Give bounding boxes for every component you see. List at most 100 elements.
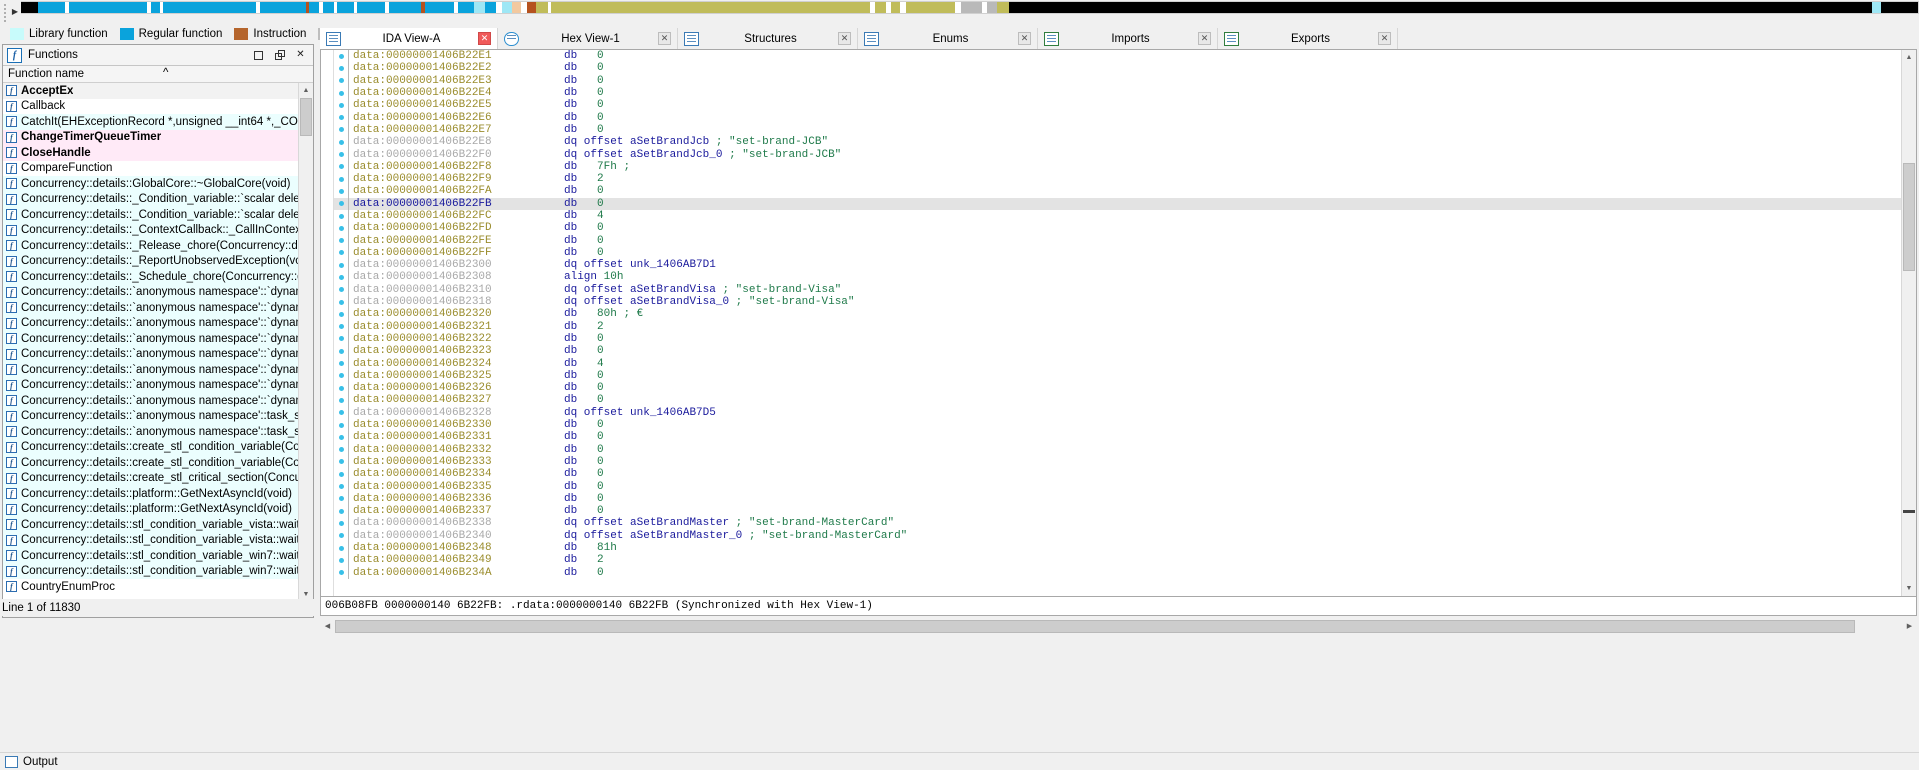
function-list-item[interactable]: f CompareFunction [3, 160, 298, 176]
function-list-item[interactable]: f Concurrency::details::stl_condition_var… [3, 563, 298, 579]
disassembly-line[interactable]: data:00000001406B2327 db 0 [334, 394, 1901, 407]
function-list-item[interactable]: f Concurrency::details::platform::GetNext… [3, 501, 298, 517]
tab-close-icon[interactable]: ✕ [478, 32, 491, 45]
function-list-item[interactable]: f CloseHandle [3, 145, 298, 161]
disassembly-line[interactable]: data:00000001406B2322 db 0 [334, 332, 1901, 346]
function-list-item[interactable]: f Concurrency::details::_Condition_variab… [3, 191, 298, 207]
function-list-item[interactable]: f Concurrency::details::`anonymous namesp… [3, 315, 298, 331]
function-list-item[interactable]: f Concurrency::details::_ReportUnobserved… [3, 253, 298, 269]
function-list-item[interactable]: f Concurrency::details::`anonymous namesp… [3, 377, 298, 393]
disassembly-line[interactable]: data:00000001406B2348 db 81h [334, 541, 1901, 555]
disassembly-line[interactable]: data:00000001406B22FE db 0 [334, 234, 1901, 247]
disassembly-line[interactable]: data:00000001406B22E4 db 0 [334, 86, 1901, 100]
function-list-item[interactable]: f AcceptEx [3, 83, 298, 99]
disassembly-line[interactable]: data:00000001406B2331 db 0 [334, 431, 1901, 444]
restore-icon[interactable] [274, 50, 285, 61]
disassembly-line[interactable]: data:00000001406B2349 db 2 [334, 554, 1901, 567]
disassembly-line[interactable]: data:00000001406B22F0 dq offset aSetBrand… [334, 148, 1901, 161]
disassembly-line[interactable]: data:00000001406B22E3 db 0 [334, 74, 1901, 87]
disassembly-line[interactable]: data:00000001406B22FF db 0 [334, 246, 1901, 260]
disassembly-view[interactable]: data:00000001406B22E1 db 0 data:0000000140… [320, 49, 1917, 597]
close-icon[interactable]: ✕ [295, 50, 306, 61]
tab-close-icon[interactable]: ✕ [838, 32, 851, 45]
disasm-scroll-thumb[interactable] [1903, 163, 1915, 271]
disassembly-line[interactable]: data:00000001406B2310 dq offset aSetBrand… [334, 283, 1901, 296]
disasm-hscroll-thumb[interactable] [335, 619, 1855, 633]
disassembly-line[interactable]: data:00000001406B2323 db 0 [334, 345, 1901, 358]
disassembly-line[interactable]: data:00000001406B2320 db 80h ; € [334, 308, 1901, 321]
function-list-item[interactable]: f Concurrency::details::`anonymous namesp… [3, 408, 298, 424]
disassembly-line[interactable]: data:00000001406B22FC db 4 [334, 209, 1901, 223]
functions-scroll-thumb[interactable] [300, 98, 312, 136]
disassembly-line[interactable]: data:00000001406B2333 db 0 [334, 455, 1901, 469]
function-list-item[interactable]: f Concurrency::details::_Condition_variab… [3, 207, 298, 223]
output-window-bar[interactable]: Output [0, 752, 1919, 770]
disassembly-line[interactable]: data:00000001406B2340 dq offset aSetBrand… [334, 529, 1901, 542]
tab-hex-view-1[interactable]: Hex View-1 ✕ [498, 28, 678, 49]
disassembly-line[interactable]: data:00000001406B22E6 db 0 [334, 111, 1901, 124]
disassembly-line[interactable]: data:00000001406B2300 dq offset unk_1406A… [334, 259, 1901, 272]
disassembly-line[interactable]: data:00000001406B22F9 db 2 [334, 172, 1901, 186]
disassembly-vertical-scrollbar[interactable]: ▲ ▼ [1901, 50, 1916, 596]
disassembly-line[interactable]: data:00000001406B2325 db 0 [334, 369, 1901, 383]
tab-enums[interactable]: Enums ✕ [858, 28, 1038, 49]
function-list-item[interactable]: f Concurrency::details::_Release_chore(Co… [3, 238, 298, 254]
tab-structures[interactable]: Structures ✕ [678, 28, 858, 49]
disassembly-line[interactable]: data:00000001406B2328 dq offset unk_1406A… [334, 406, 1901, 419]
function-list-item[interactable]: f Concurrency::details::`anonymous namesp… [3, 424, 298, 440]
disassembly-line[interactable]: data:00000001406B2334 db 0 [334, 468, 1901, 481]
tab-ida-view-a[interactable]: IDA View-A ✕ [320, 28, 498, 49]
disassembly-line[interactable]: data:00000001406B234A db 0 [334, 566, 1901, 579]
disasm-scroll-up-icon[interactable]: ▲ [1902, 50, 1916, 65]
disassembly-line[interactable]: data:00000001406B22FB db 0 [334, 197, 1901, 210]
function-list-item[interactable]: f Concurrency::details::GlobalCore::~Glob… [3, 176, 298, 192]
disassembly-line[interactable]: data:00000001406B2332 db 0 [334, 443, 1901, 456]
disassembly-line[interactable]: data:00000001406B22FD db 0 [334, 222, 1901, 235]
navigation-band[interactable] [21, 1, 1919, 14]
functions-scroll-track[interactable] [299, 98, 313, 587]
scroll-up-icon[interactable]: ▲ [299, 83, 313, 98]
disassembly-line[interactable]: data:00000001406B22E1 db 0 [334, 50, 1901, 63]
disasm-scroll-right-icon[interactable]: ▶ [1902, 619, 1917, 634]
function-name-column-header[interactable]: Function name ^ [3, 66, 313, 83]
tab-close-icon[interactable]: ✕ [1378, 32, 1391, 45]
tab-exports[interactable]: Exports ✕ [1218, 28, 1398, 49]
function-list-item[interactable]: f Concurrency::details::stl_condition_var… [3, 548, 298, 564]
disassembly-line[interactable]: data:00000001406B2335 db 0 [334, 480, 1901, 493]
disassembly-lines[interactable]: data:00000001406B22E1 db 0 data:0000000140… [334, 50, 1901, 596]
disassembly-line[interactable]: data:00000001406B2337 db 0 [334, 504, 1901, 518]
function-list-item[interactable]: f Concurrency::details::stl_condition_var… [3, 517, 298, 533]
disassembly-line[interactable]: data:00000001406B2321 db 2 [334, 320, 1901, 333]
function-list-item[interactable]: f CountryEnumProc [3, 579, 298, 595]
maximize-icon[interactable] [253, 50, 264, 61]
function-list-item[interactable]: f CatchIt(EHExceptionRecord *,unsigned __… [3, 114, 298, 130]
function-list-item[interactable]: f Concurrency::details::`anonymous namesp… [3, 346, 298, 362]
function-list-item[interactable]: f ChangeTimerQueueTimer [3, 129, 298, 145]
function-list-item[interactable]: f Concurrency::details::`anonymous namesp… [3, 331, 298, 347]
disassembly-horizontal-scrollbar[interactable]: ◀ ▶ [320, 618, 1917, 634]
disassembly-line[interactable]: data:00000001406B22FA db 0 [334, 185, 1901, 198]
navigator-play-icon[interactable]: ▶ [9, 0, 21, 22]
disassembly-line[interactable]: data:00000001406B2326 db 0 [334, 382, 1901, 395]
disassembly-line[interactable]: data:00000001406B2324 db 4 [334, 357, 1901, 370]
functions-vertical-scrollbar[interactable]: ▲ ▼ [298, 83, 313, 602]
function-list-item[interactable]: f Concurrency::details::`anonymous namesp… [3, 284, 298, 300]
disassembly-line[interactable]: data:00000001406B2318 dq offset aSetBrand… [334, 295, 1901, 309]
function-list-item[interactable]: f Concurrency::details::_ContextCallback:… [3, 222, 298, 238]
function-list-item[interactable]: f Concurrency::details::platform::GetNext… [3, 486, 298, 502]
disassembly-line[interactable]: data:00000001406B2330 db 0 [334, 418, 1901, 432]
disassembly-line[interactable]: data:00000001406B22E8 dq offset aSetBrand… [334, 136, 1901, 149]
tab-close-icon[interactable]: ✕ [1018, 32, 1031, 45]
disassembly-line[interactable]: data:00000001406B2338 dq offset aSetBrand… [334, 517, 1901, 530]
function-list-item[interactable]: f Concurrency::details::_Schedule_chore(C… [3, 269, 298, 285]
toolbar-drag-handle[interactable] [0, 0, 9, 24]
disassembly-line[interactable]: data:00000001406B22E2 db 0 [334, 62, 1901, 75]
tab-close-icon[interactable]: ✕ [1198, 32, 1211, 45]
functions-list[interactable]: f AcceptEx f Callback f CatchIt(EHExceptionRe… [3, 83, 298, 602]
disassembly-line[interactable]: data:00000001406B22E7 db 0 [334, 123, 1901, 137]
tab-close-icon[interactable]: ✕ [658, 32, 671, 45]
function-list-item[interactable]: f Concurrency::details::create_stl_condit… [3, 455, 298, 471]
disassembly-line[interactable]: data:00000001406B2308 align 10h [334, 271, 1901, 284]
function-list-item[interactable]: f Callback [3, 98, 298, 114]
disasm-scroll-down-icon[interactable]: ▼ [1902, 581, 1916, 596]
